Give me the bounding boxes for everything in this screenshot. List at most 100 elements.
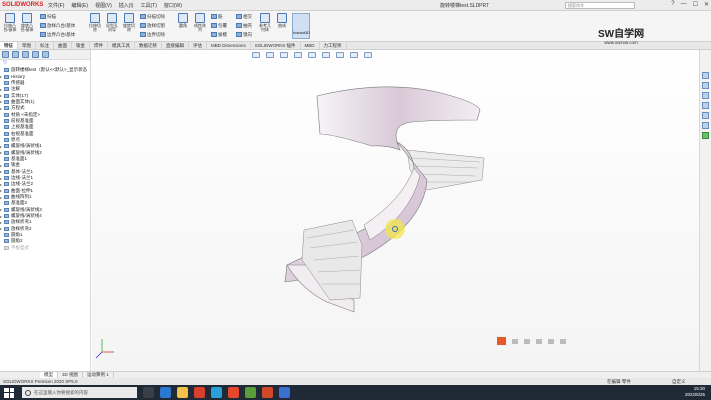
- menu-tools[interactable]: 工具(T): [140, 2, 156, 9]
- screen-recorder-icon[interactable]: [228, 387, 239, 398]
- loft-boss-button[interactable]: 放样凸台/基体: [40, 22, 75, 29]
- resources-icon[interactable]: [702, 72, 709, 79]
- task-view-icon[interactable]: [143, 387, 154, 398]
- tab-mold-tools[interactable]: 模具工具: [108, 42, 135, 49]
- wrap-button[interactable]: 包覆: [211, 22, 227, 29]
- lofted-cut-button[interactable]: 放样切割: [140, 22, 165, 29]
- swept-cut-button[interactable]: 扫描切除: [140, 13, 165, 20]
- intersect-icon: [236, 14, 242, 19]
- close-button[interactable]: ✕: [704, 1, 709, 8]
- boundary-cut-button[interactable]: 边界切除: [140, 31, 165, 38]
- file-explorer-icon[interactable]: [702, 92, 709, 99]
- system-tray[interactable]: 15:30 2022/6/25: [685, 386, 705, 398]
- mirror-button[interactable]: 镜向: [236, 31, 252, 38]
- curves-button[interactable]: 曲线: [275, 13, 289, 28]
- menu-window[interactable]: 窗口(W): [164, 2, 182, 9]
- mirror-icon: [236, 32, 242, 37]
- linear-pattern-button[interactable]: 线性阵列: [193, 13, 207, 32]
- boundary-boss-button[interactable]: 边界凸台/基体: [40, 31, 75, 38]
- solidworks-forum-icon[interactable]: [702, 132, 709, 139]
- app-taskbar-icon[interactable]: [211, 387, 222, 398]
- solidworks-logo[interactable]: SOLIDWORKS: [2, 2, 43, 8]
- tab-evaluate[interactable]: 评估: [189, 42, 207, 49]
- feature-manager-icon[interactable]: [2, 51, 9, 58]
- command-search-input[interactable]: 搜索命令: [565, 2, 635, 9]
- help-icon[interactable]: ?: [671, 1, 674, 8]
- maximize-button[interactable]: ☐: [693, 1, 698, 8]
- view-palette-icon[interactable]: [702, 102, 709, 109]
- instant3d-button[interactable]: Instant3D: [292, 13, 310, 39]
- tab-sketch[interactable]: 草图: [18, 42, 36, 49]
- settings-icon[interactable]: [560, 339, 566, 344]
- microphone-icon[interactable]: [536, 339, 542, 344]
- fillet-button[interactable]: 圆角: [176, 13, 190, 28]
- tab-data-migration[interactable]: 数据迁移: [135, 42, 162, 49]
- tab-markup[interactable]: 标注: [36, 42, 54, 49]
- shell-icon: [236, 23, 242, 28]
- keyboard-icon[interactable]: [512, 339, 518, 344]
- lofted-cut-icon: [140, 23, 146, 28]
- clipboard-icon[interactable]: [548, 339, 554, 344]
- intersect-button[interactable]: 相交: [236, 13, 252, 20]
- filter-icon[interactable]: ▽: [0, 60, 90, 67]
- edge-icon[interactable]: [160, 387, 171, 398]
- tab-direct-editing[interactable]: 直接编辑: [162, 42, 189, 49]
- custom-properties-icon[interactable]: [702, 122, 709, 129]
- revolve-cut-button[interactable]: 旋转切除: [122, 13, 136, 32]
- status-version: SOLIDWORKS Premium 2020 SP5.0: [3, 379, 78, 384]
- dimxpert-icon[interactable]: [32, 51, 39, 58]
- menu-view[interactable]: 视图(V): [95, 2, 112, 9]
- draft-button[interactable]: 拔模: [211, 31, 227, 38]
- taskbar-search-input[interactable]: 在这里输入你要搜索的内容: [22, 387, 137, 398]
- menu-edit[interactable]: 编辑(E): [71, 2, 88, 9]
- configuration-manager-icon[interactable]: [22, 51, 29, 58]
- feature-icon: [4, 226, 9, 231]
- tab-mbd-dimensions[interactable]: MBD Dimensions: [207, 42, 251, 49]
- tab-solidworks-addins[interactable]: SOLIDWORKS 插件: [251, 42, 301, 49]
- spiral-staircase-model[interactable]: [92, 50, 699, 371]
- rib-button[interactable]: 筋: [211, 13, 223, 20]
- status-units[interactable]: 自定义: [672, 379, 686, 385]
- feature-tree: 旋转楼梯test（默认<<默认>_显示状态 ▸ History 传感器 ▸ 注解 ▸ 实体(1…: [0, 67, 90, 251]
- powerpoint-icon[interactable]: [262, 387, 273, 398]
- wechat-icon[interactable]: [245, 387, 256, 398]
- menu-insert[interactable]: 插入(I): [119, 2, 134, 9]
- display-manager-icon[interactable]: [42, 51, 49, 58]
- windows-start-icon[interactable]: [4, 387, 14, 398]
- graphics-area[interactable]: [92, 50, 699, 371]
- word-icon[interactable]: [279, 387, 290, 398]
- tree-item[interactable]: 旋转楼梯test（默认<<默认>_显示状态: [0, 67, 90, 73]
- tab-weldments[interactable]: 焊件: [90, 42, 108, 49]
- ime-icon[interactable]: [497, 337, 506, 345]
- reference-geometry-button[interactable]: 参考几何体: [258, 13, 272, 32]
- tree-item[interactable]: 平板型式: [0, 245, 90, 251]
- hole-wizard-button[interactable]: 异型孔向导: [105, 13, 119, 32]
- feature-icon: [4, 176, 9, 181]
- shell-button[interactable]: 抽壳: [236, 22, 252, 29]
- design-library-icon[interactable]: [702, 82, 709, 89]
- revolve-boss-button[interactable]: 旋转凸台/基体: [20, 13, 34, 32]
- feature-icon: [4, 182, 9, 187]
- tab-surfaces[interactable]: 曲面: [54, 42, 72, 49]
- sweep-icon: [40, 14, 46, 19]
- sweep-button[interactable]: 扫描: [40, 13, 56, 20]
- extrude-cut-button[interactable]: 拉伸切除: [88, 13, 102, 32]
- appearances-icon[interactable]: [702, 112, 709, 119]
- emoji-icon[interactable]: [524, 339, 530, 344]
- file-explorer-taskbar-icon[interactable]: [177, 387, 188, 398]
- feature-icon: [4, 150, 9, 155]
- feature-manager-panel: ▽ 旋转楼梯test（默认<<默认>_显示状态 ▸ History 传感器 ▸ 注解 ▸ 实体…: [0, 50, 91, 376]
- property-manager-icon[interactable]: [12, 51, 19, 58]
- minimize-button[interactable]: —: [681, 1, 687, 8]
- tab-sheet-metal[interactable]: 钣金: [72, 42, 90, 49]
- solidworks-taskbar-icon[interactable]: [194, 387, 205, 398]
- tab-features[interactable]: 特征: [0, 42, 18, 49]
- canvas-bottom-toolbar: [497, 337, 566, 345]
- rib-icon: [211, 14, 217, 19]
- tree-item-label: 螺旋线/涡状线2: [11, 149, 42, 155]
- wrap-icon: [211, 23, 217, 28]
- tab-mbd[interactable]: MBD: [301, 42, 320, 49]
- menu-file[interactable]: 文件(F): [48, 2, 64, 9]
- extrude-boss-button[interactable]: 拉伸凸台/基体: [3, 13, 17, 32]
- tab-engineer[interactable]: 力工程师: [320, 42, 347, 49]
